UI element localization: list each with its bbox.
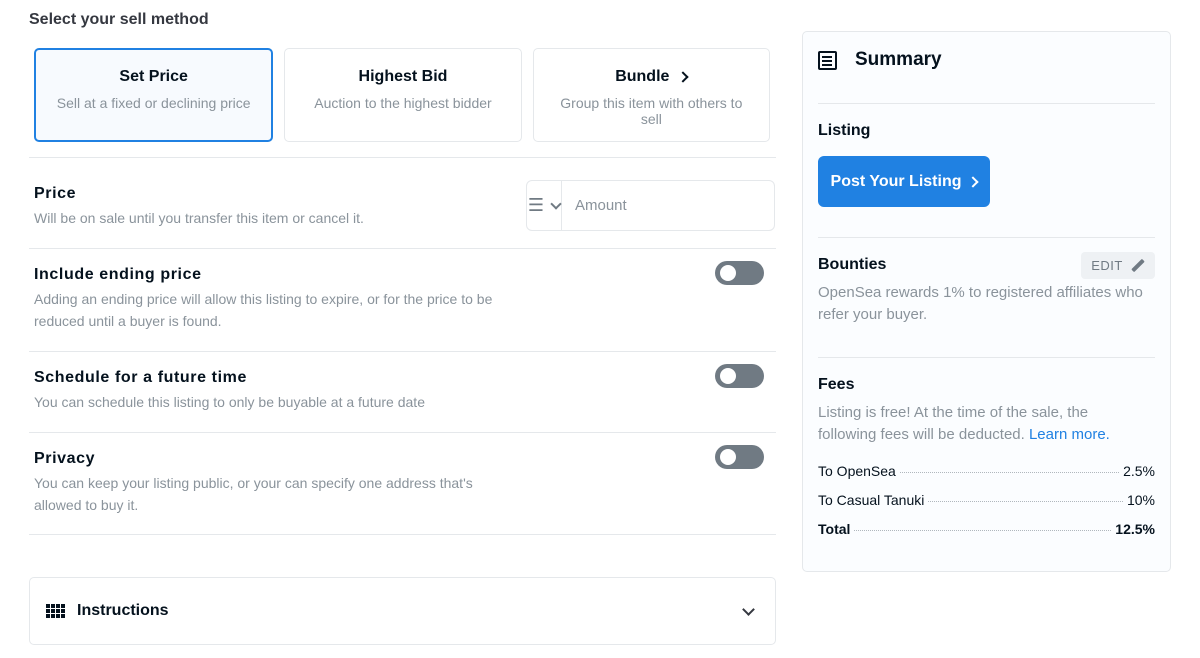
bounties-label: Bounties (818, 256, 887, 273)
fee-value: 10% (1126, 492, 1155, 508)
method-desc: Sell at a fixed or declining price (56, 95, 251, 111)
toggle-knob (720, 449, 736, 465)
post-listing-label: Post Your Listing (830, 172, 962, 190)
grid-icon (46, 604, 65, 618)
fee-label: To Casual Tanuki (818, 492, 925, 508)
price-input-group: ☰ (526, 180, 775, 231)
price-desc: Will be on sale until you transfer this … (34, 210, 364, 226)
divider (29, 157, 776, 158)
edit-label: EDIT (1091, 258, 1123, 273)
price-title: Price (34, 185, 77, 202)
method-bundle[interactable]: Bundle Group this item with others to se… (532, 48, 770, 142)
edit-bounties-button[interactable]: EDIT (1081, 252, 1155, 279)
summary-header: Summary (818, 49, 942, 71)
sell-method-options: Set Price Sell at a fixed or declining p… (34, 48, 770, 142)
method-title: Bundle (615, 68, 670, 85)
fees-label: Fees (818, 376, 855, 393)
ending-price-title: Include ending price (34, 266, 202, 283)
fee-value: 2.5% (1123, 463, 1155, 479)
pencil-icon (1131, 259, 1145, 273)
instructions-accordion[interactable]: Instructions (29, 577, 776, 645)
chevron-down-icon (550, 197, 562, 210)
chevron-right-icon (677, 71, 690, 83)
learn-more-link[interactable]: Learn more. (1029, 426, 1110, 443)
method-title-row: Bundle (615, 68, 690, 86)
divider (29, 248, 776, 249)
divider (29, 351, 776, 352)
instructions-label: Instructions (77, 602, 169, 619)
summary-panel: Summary Listing Post Your Listing Bounti… (802, 31, 1171, 572)
method-set-price[interactable]: Set Price Sell at a fixed or declining p… (34, 48, 274, 142)
fee-total-row: Total 12.5% (818, 521, 1155, 537)
chevron-right-icon (967, 175, 980, 188)
fee-row: To Casual Tanuki 10% (818, 492, 1155, 508)
bounties-text: OpenSea rewards 1% to registered affilia… (818, 284, 1143, 323)
divider (29, 432, 776, 433)
privacy-toggle[interactable] (715, 445, 764, 469)
method-title: Set Price (119, 68, 188, 85)
method-title: Highest Bid (358, 68, 448, 85)
divider (29, 534, 776, 535)
method-desc: Auction to the highest bidder (314, 95, 492, 111)
post-listing-button[interactable]: Post Your Listing (818, 156, 990, 207)
amount-input[interactable] (562, 181, 774, 230)
chevron-down-icon (742, 603, 755, 616)
schedule-title: Schedule for a future time (34, 369, 247, 386)
schedule-desc: You can schedule this listing to only be… (34, 394, 425, 410)
summary-title: Summary (855, 49, 942, 70)
fee-label: To OpenSea (818, 463, 896, 479)
toggle-knob (720, 368, 736, 384)
method-highest-bid[interactable]: Highest Bid Auction to the highest bidde… (284, 48, 522, 142)
method-desc: Group this item with others to sell (560, 95, 743, 127)
schedule-toggle[interactable] (715, 364, 764, 388)
divider (818, 237, 1155, 238)
total-value: 12.5% (1115, 521, 1155, 537)
divider (818, 357, 1155, 358)
list-icon (818, 50, 837, 70)
ethereum-icon: ☰ (527, 195, 545, 215)
toggle-knob (720, 265, 736, 281)
divider (818, 103, 1155, 104)
currency-select[interactable]: ☰ (527, 181, 562, 230)
ending-price-toggle[interactable] (715, 261, 764, 285)
fees-text: Listing is free! At the time of the sale… (818, 402, 1138, 446)
privacy-desc: You can keep your listing public, or you… (34, 475, 473, 513)
privacy-title: Privacy (34, 450, 96, 467)
total-label: Total (818, 521, 851, 537)
listing-label: Listing (818, 122, 871, 139)
ending-price-desc: Adding an ending price will allow this l… (34, 291, 493, 329)
sell-method-heading: Select your sell method (29, 11, 209, 28)
fee-row: To OpenSea 2.5% (818, 463, 1155, 479)
